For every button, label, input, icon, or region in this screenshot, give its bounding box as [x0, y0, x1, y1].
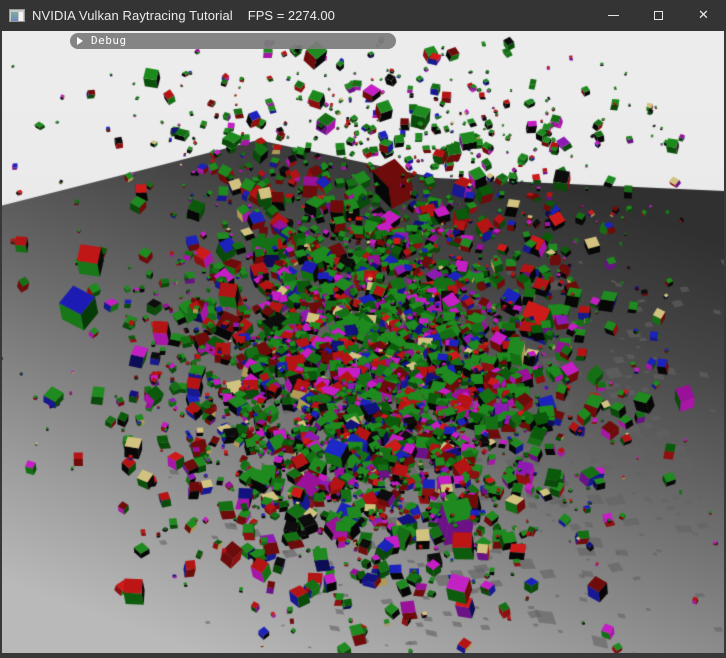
titlebar[interactable]: NVIDIA Vulkan Raytracing Tutorial FPS = …	[0, 0, 726, 31]
fps-counter: FPS = 2274.00	[248, 8, 335, 23]
debug-panel-label: Debug	[91, 35, 127, 47]
close-button[interactable]: ✕	[681, 0, 726, 31]
debug-panel-header[interactable]: Debug	[70, 33, 396, 49]
maximize-button[interactable]	[636, 0, 681, 31]
window-title: NVIDIA Vulkan Raytracing Tutorial	[32, 8, 233, 23]
app-window-icon	[9, 9, 25, 22]
maximize-icon	[654, 11, 663, 20]
minimize-button[interactable]	[591, 0, 636, 31]
viewport: Debug	[2, 31, 724, 653]
collapse-arrow-icon	[77, 37, 83, 45]
close-icon: ✕	[698, 9, 709, 22]
app-window-icon-pane	[19, 12, 23, 21]
window-controls: ✕	[591, 0, 726, 31]
minimize-icon	[608, 15, 619, 16]
app-window: NVIDIA Vulkan Raytracing Tutorial FPS = …	[0, 0, 726, 658]
app-window-icon-pane	[11, 12, 18, 21]
raytraced-scene-canvas[interactable]	[2, 31, 724, 653]
